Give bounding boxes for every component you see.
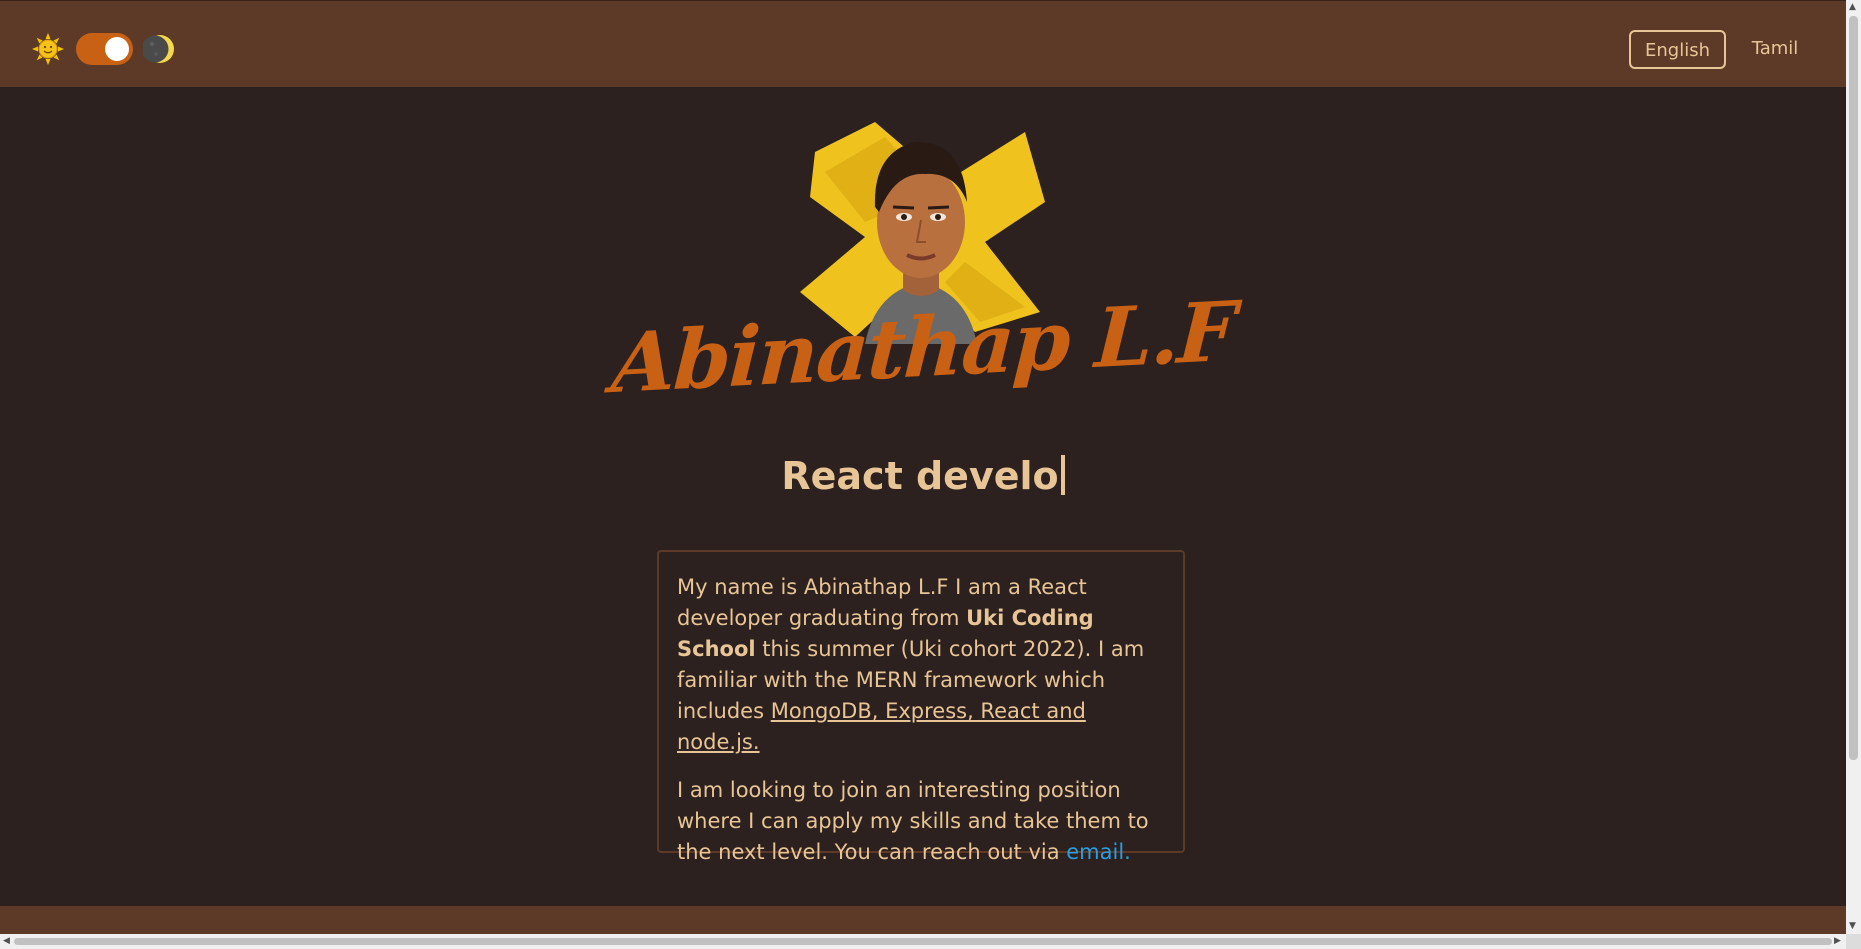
typing-text: React develo xyxy=(781,454,1059,498)
vertical-scrollbar[interactable]: ▲ ▼ xyxy=(1846,0,1861,934)
email-link[interactable]: email. xyxy=(1066,840,1131,864)
footer-bar xyxy=(0,906,1846,934)
sun-icon[interactable] xyxy=(31,32,65,66)
scroll-up-arrow-icon[interactable]: ▲ xyxy=(1849,3,1856,12)
scroll-down-arrow-icon[interactable]: ▼ xyxy=(1849,922,1856,931)
horizontal-scroll-thumb[interactable] xyxy=(14,938,1832,945)
language-tamil-button[interactable]: Tamil xyxy=(1744,30,1806,69)
bio-paragraph-2: I am looking to join an interesting posi… xyxy=(677,775,1165,868)
horizontal-scrollbar[interactable]: ◀ ▶ xyxy=(0,934,1846,949)
top-navbar: English Tamil xyxy=(0,0,1846,87)
bio-paragraph-1: My name is Abinathap L.F I am a React de… xyxy=(677,572,1165,758)
scrollbar-corner xyxy=(1846,934,1861,949)
toggle-knob xyxy=(105,37,129,61)
typing-cursor xyxy=(1060,455,1065,495)
theme-toggle[interactable] xyxy=(76,33,133,65)
moon-icon[interactable] xyxy=(143,32,177,66)
bio-card: My name is Abinathap L.F I am a React de… xyxy=(657,550,1185,864)
typing-headline: React develo xyxy=(0,451,1846,501)
vertical-scroll-thumb[interactable] xyxy=(1849,16,1858,760)
scroll-right-arrow-icon[interactable]: ▶ xyxy=(1834,937,1841,946)
scroll-left-arrow-icon[interactable]: ◀ xyxy=(3,937,10,946)
language-english-button[interactable]: English xyxy=(1629,30,1726,69)
